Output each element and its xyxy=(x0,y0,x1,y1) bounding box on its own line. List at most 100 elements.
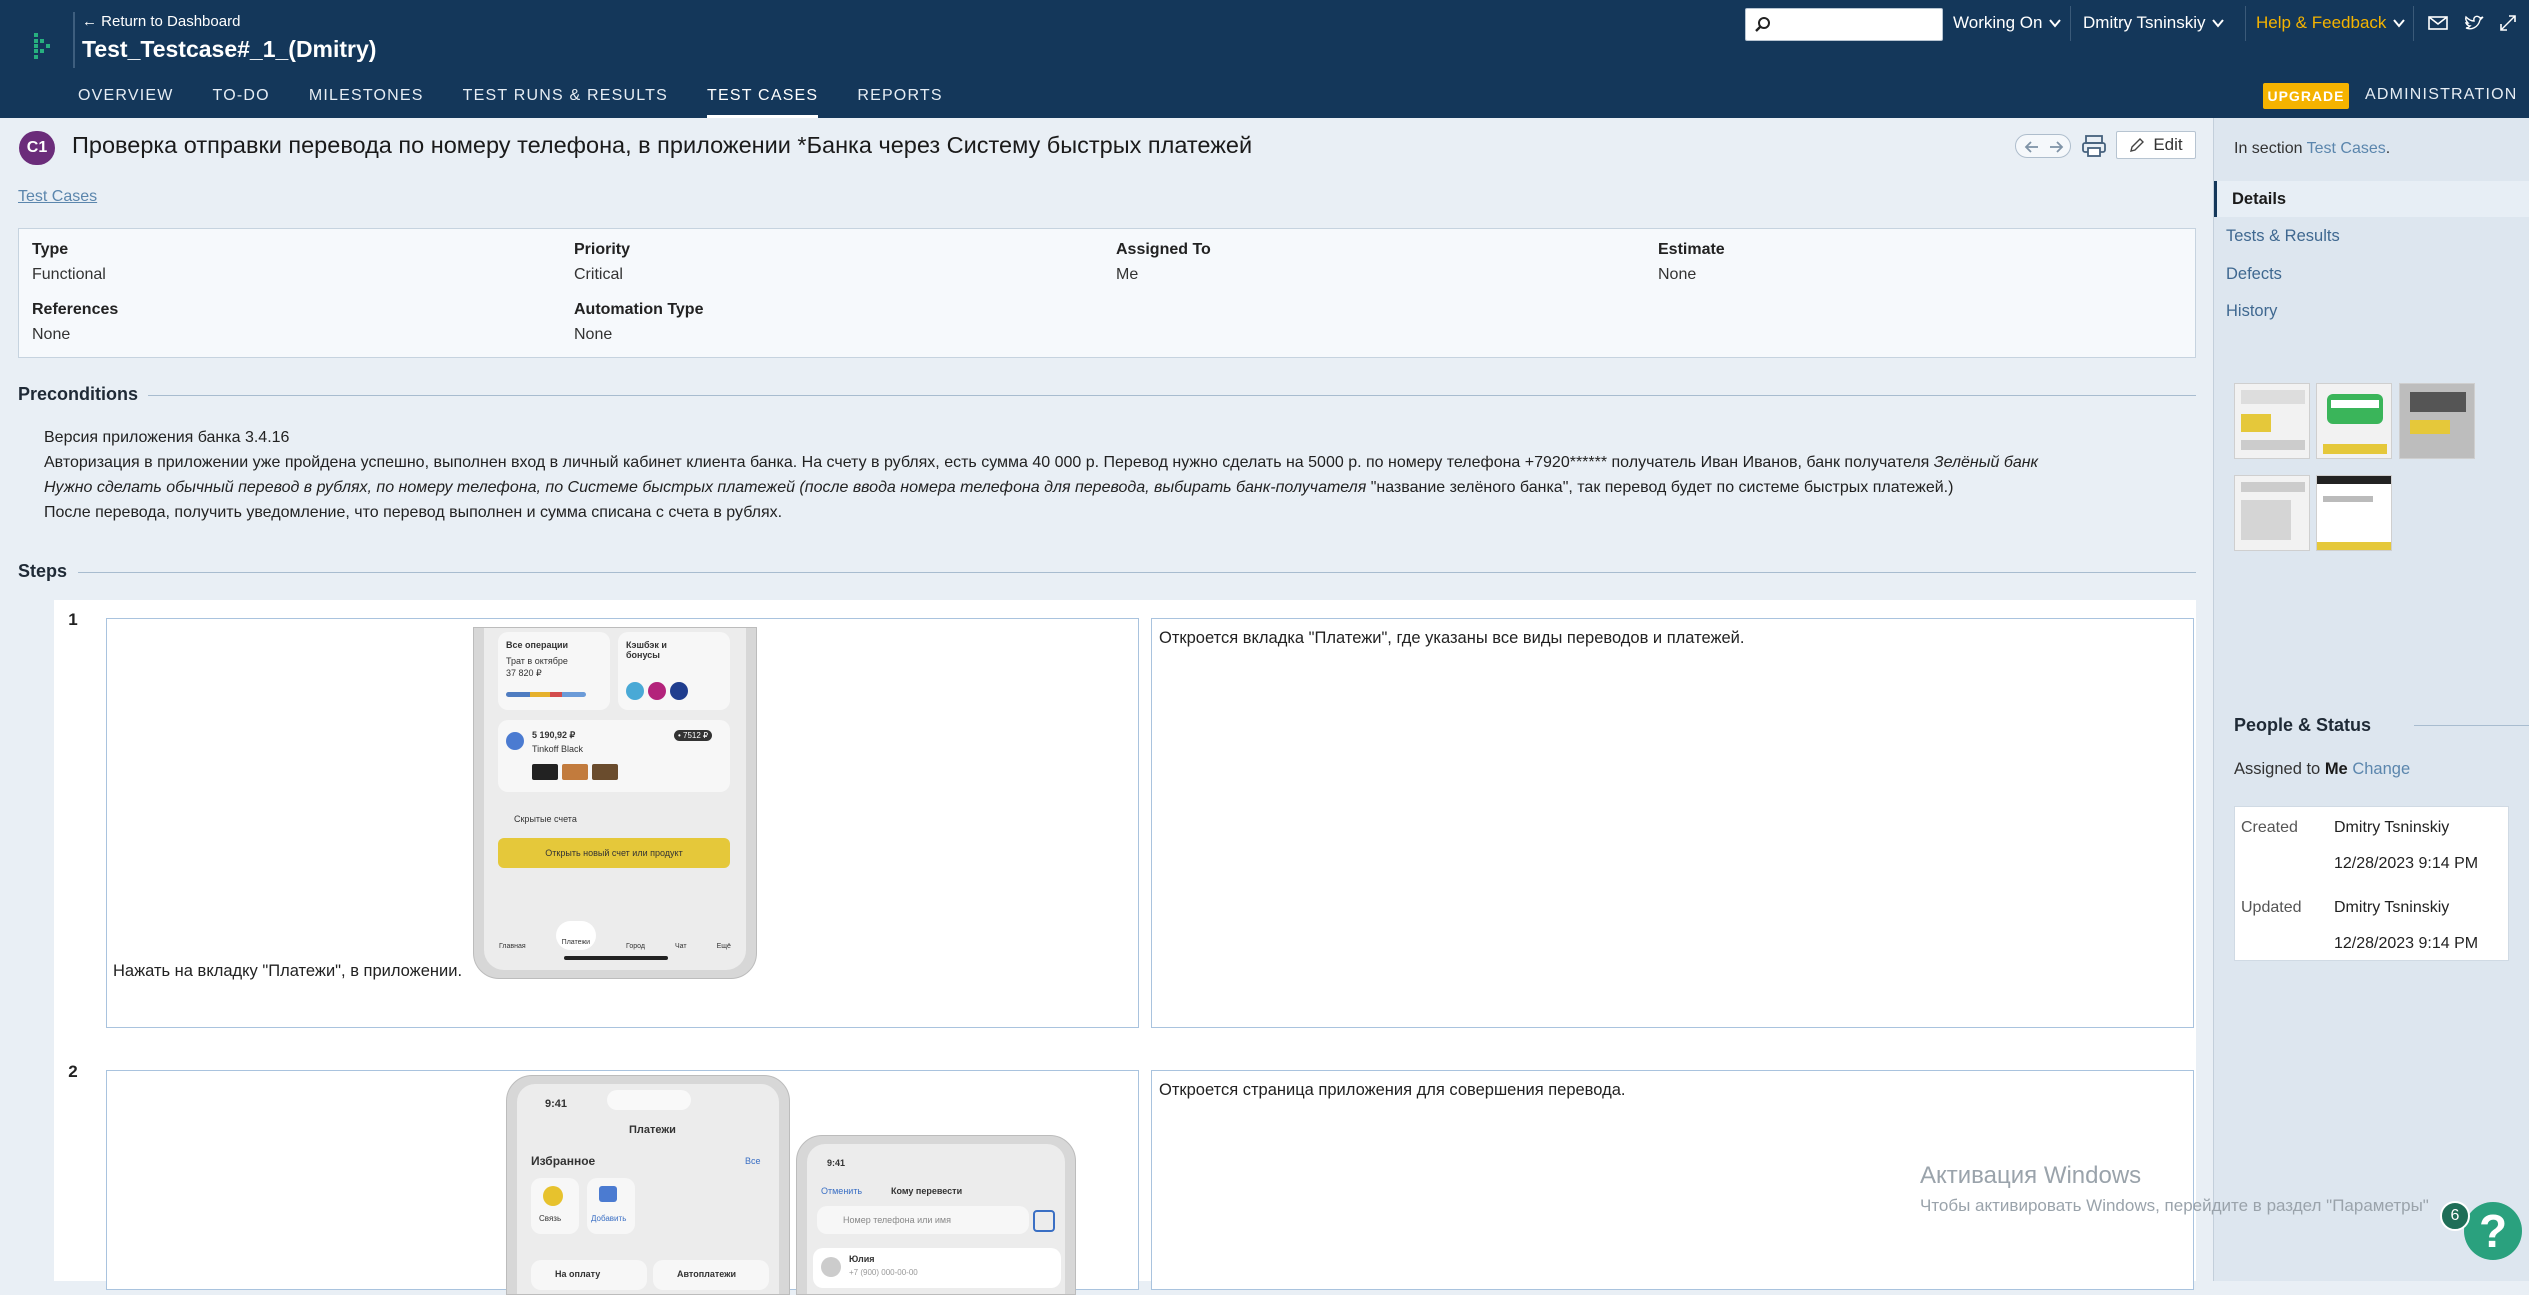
mail-icon[interactable] xyxy=(2427,12,2449,34)
resize-icon[interactable] xyxy=(2497,12,2519,34)
search-input[interactable] xyxy=(1745,8,1943,41)
cancel-link: Отменить xyxy=(821,1186,863,1196)
tile-title: Все операции xyxy=(506,640,569,650)
print-icon[interactable] xyxy=(2080,133,2108,159)
project-title[interactable]: Test_Testcase#_1_(Dmitry) xyxy=(82,36,376,63)
in-section-link[interactable]: Test Cases xyxy=(2307,140,2386,157)
assigned-to-text: Assigned to Me Change xyxy=(2234,760,2410,779)
case-title: Проверка отправки перевода по номеру тел… xyxy=(72,132,1253,158)
tab-reports[interactable]: REPORTS xyxy=(857,84,942,118)
help-notification-count: 6 xyxy=(2440,1201,2470,1231)
tab-milestones[interactable]: MILESTONES xyxy=(309,84,424,118)
menu-divider xyxy=(2413,6,2414,41)
operations-tile: Все операции Трат в октябре 37 820 ₽ xyxy=(498,632,610,710)
working-on-menu[interactable]: Working On xyxy=(1953,13,2062,33)
user-menu[interactable]: Dmitry Tsninskiy xyxy=(2083,13,2225,33)
field-automation-label: Automation Type xyxy=(574,301,704,318)
edit-button[interactable]: Edit xyxy=(2116,131,2196,159)
home-indicator xyxy=(564,956,668,960)
cashback-icon xyxy=(626,682,644,700)
cashback-icon xyxy=(670,682,688,700)
step-1-screenshot: Все операции Трат в октябре 37 820 ₽ Кэш… xyxy=(473,627,757,979)
tabbar-item: Город xyxy=(626,943,645,950)
tab-test-cases[interactable]: TEST CASES xyxy=(707,84,819,118)
status-time: 9:41 xyxy=(545,1098,568,1110)
testrail-logo-icon[interactable] xyxy=(28,30,58,60)
attachment-thumbnail[interactable] xyxy=(2234,383,2310,459)
contact-row: Юлия +7 (900) 000-00-00 xyxy=(813,1248,1061,1288)
administration-link[interactable]: ADMINISTRATION xyxy=(2365,86,2518,104)
thumb-detail xyxy=(2327,394,2383,424)
sidebar-tab-history[interactable]: History xyxy=(2214,293,2529,329)
tabbar-item: Чат xyxy=(674,943,687,950)
main-navigation: OVERVIEW TO-DO MILESTONES TEST RUNS & RE… xyxy=(78,84,943,118)
attachment-thumbnail[interactable] xyxy=(2316,383,2392,459)
contact-phone: +7 (900) 000-00-00 xyxy=(849,1268,918,1277)
created-at: 12/28/2023 9:14 PM xyxy=(2334,855,2479,872)
scan-icon xyxy=(1033,1210,1055,1232)
step-1-content: Нажать на вкладку "Платежи", в приложени… xyxy=(113,962,463,980)
step-2-screenshot-b: 9:41 Отменить Кому перевести Номер телеф… xyxy=(796,1135,1076,1295)
edit-label: Edit xyxy=(2153,135,2183,154)
thumb-detail xyxy=(2241,440,2305,450)
tile-title: Кэшбэк и бонусы xyxy=(626,640,667,660)
breadcrumb-test-cases[interactable]: Test Cases xyxy=(18,188,97,206)
help-feedback-label: Help & Feedback xyxy=(2256,13,2387,32)
field-assigned-to: Assigned To Me xyxy=(1116,241,1211,284)
help-feedback-menu[interactable]: Help & Feedback xyxy=(2256,13,2406,33)
field-automation-type: Automation Type None xyxy=(574,301,703,344)
in-section-prefix: In section xyxy=(2234,140,2307,157)
precondition-line: Версия приложения банка 3.4.16 xyxy=(44,429,290,446)
tab-overview[interactable]: OVERVIEW xyxy=(78,84,174,118)
created-updated-box: Created Dmitry Tsninskiy 12/28/2023 9:14… xyxy=(2234,806,2509,961)
tab-todo[interactable]: TO-DO xyxy=(213,84,270,118)
phone-screen: Все операции Трат в октябре 37 820 ₽ Кэш… xyxy=(484,628,746,970)
field-type-label: Type xyxy=(32,241,69,258)
logo-divider xyxy=(73,12,75,68)
upgrade-button[interactable]: UPGRADE xyxy=(2263,83,2349,109)
prev-next-arrows-icon[interactable] xyxy=(2016,135,2072,159)
help-widget-button[interactable]: ? xyxy=(2464,1202,2522,1260)
step-content-cell[interactable]: Все операции Трат в октябре 37 820 ₽ Кэш… xyxy=(106,618,1139,1028)
tab-test-runs-results[interactable]: TEST RUNS & RESULTS xyxy=(463,84,668,118)
in-section-suffix: . xyxy=(2385,140,2391,157)
open-product-button: Открыть новый счет или продукт xyxy=(498,838,730,868)
step-expected-cell[interactable]: Откроется вкладка "Платежи", где указаны… xyxy=(1151,618,2194,1028)
field-assigned-label: Assigned To xyxy=(1116,241,1211,258)
section-divider xyxy=(78,572,2196,573)
sidebar-tab-tests-results[interactable]: Tests & Results xyxy=(2214,218,2529,254)
autopay-tile: Автоплатежи xyxy=(653,1260,769,1290)
twitter-icon[interactable] xyxy=(2463,12,2485,34)
thumb-detail xyxy=(2323,496,2373,502)
section-divider xyxy=(2414,725,2529,726)
step-content-cell[interactable]: 9:41 Платежи Избранное Все Связь Добавит… xyxy=(106,1070,1139,1295)
assigned-prefix: Assigned to xyxy=(2234,760,2325,778)
attachment-thumbnail[interactable] xyxy=(2399,383,2475,459)
thumb-detail xyxy=(2317,476,2391,484)
assigned-value: Me xyxy=(2324,760,2348,778)
account-tile: 5 190,92 ₽ Tinkoff Black • 7512 ₽ xyxy=(498,720,730,792)
favorites-label: Избранное xyxy=(531,1154,596,1168)
people-status-heading: People & Status xyxy=(2234,715,2372,735)
to-pay-tile: На оплату xyxy=(531,1260,647,1290)
field-estimate-label: Estimate xyxy=(1658,241,1725,258)
attachment-thumbnail[interactable] xyxy=(2234,475,2310,551)
precondition-italic: Зелёный банк xyxy=(1933,454,2039,471)
precondition-line: Нужно сделать обычный перевод в рублях, … xyxy=(44,475,2194,500)
created-label: Created xyxy=(2241,819,2298,836)
return-to-dashboard-link[interactable]: ← Return to Dashboard xyxy=(82,13,240,30)
dynamic-island xyxy=(607,1090,691,1110)
phone-screen: 9:41 Отменить Кому перевести Номер телеф… xyxy=(807,1144,1065,1294)
precondition-italic: Нужно сделать обычный перевод в рублях, … xyxy=(44,479,1371,496)
favorite-label: Связь xyxy=(539,1214,562,1223)
change-assignee-link[interactable]: Change xyxy=(2352,760,2410,778)
thumb-detail xyxy=(2241,482,2305,492)
step-2-screenshot-a: 9:41 Платежи Избранное Все Связь Добавит… xyxy=(506,1075,790,1295)
sidebar-tab-defects[interactable]: Defects xyxy=(2214,256,2529,292)
sidebar-tab-details[interactable]: Details xyxy=(2214,181,2529,217)
created-by: Dmitry Tsninskiy xyxy=(2334,819,2450,836)
payments-title: Платежи xyxy=(629,1124,676,1136)
phone-screen: 9:41 Платежи Избранное Все Связь Добавит… xyxy=(517,1084,779,1294)
attachment-thumbnail[interactable] xyxy=(2316,475,2392,551)
menu-divider xyxy=(2070,6,2071,41)
